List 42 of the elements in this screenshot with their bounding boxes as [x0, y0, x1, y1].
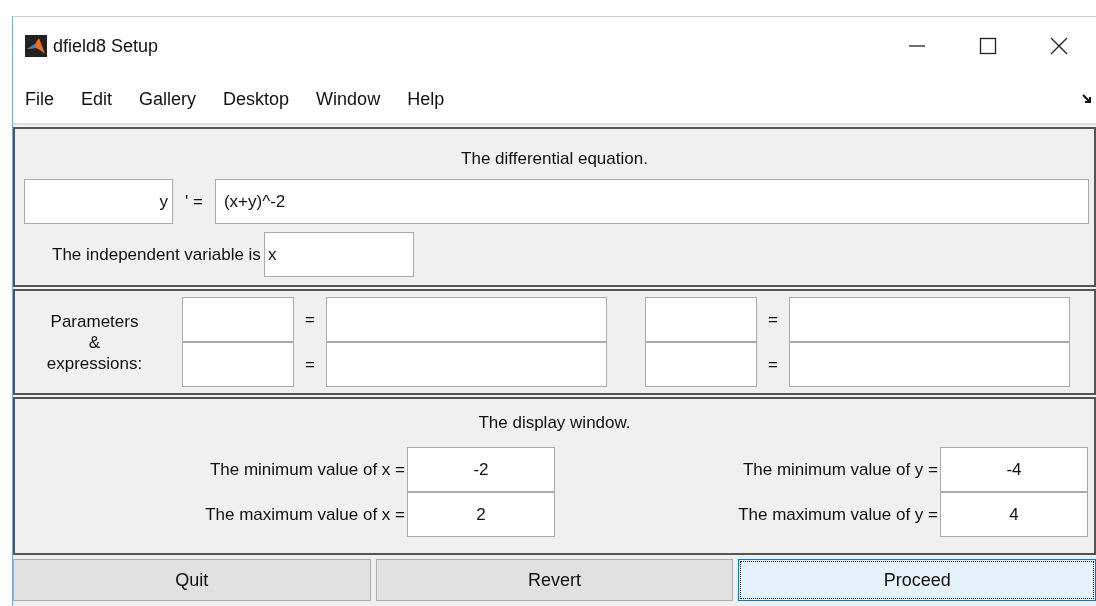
parameter-value-field[interactable]	[789, 342, 1070, 387]
x-range-label: The minimum value of x =	[208, 458, 406, 481]
y-range-label: The minimum value of y =	[741, 458, 939, 481]
action-button[interactable]: Quit	[13, 559, 371, 601]
parameter-name-field[interactable]	[645, 342, 757, 387]
action-button[interactable]: Revert	[375, 559, 734, 601]
parameter-name-field[interactable]	[645, 297, 757, 342]
equals-sign: =	[304, 353, 316, 376]
maximize-icon[interactable]	[979, 37, 997, 55]
equation-field[interactable]: (x+y)^-2	[214, 179, 1089, 224]
x-range-field[interactable]: 2	[407, 492, 555, 537]
panel-title: The display window.	[477, 413, 632, 433]
action-button[interactable]: Proceed	[738, 559, 1096, 601]
menu-item[interactable]: Window	[316, 88, 381, 110]
x-range-label: The maximum value of x =	[204, 503, 406, 526]
menu-item[interactable]: Edit	[81, 88, 113, 110]
dock-arrow-icon[interactable]	[1082, 94, 1092, 104]
prime-equals-label: ' =	[185, 191, 203, 212]
parameter-name-field[interactable]	[182, 342, 294, 387]
dependent-variable-field[interactable]: y	[24, 179, 173, 224]
parameter-value-field[interactable]	[789, 297, 1070, 342]
parameter-value-field[interactable]	[326, 342, 607, 387]
y-range-label: The maximum value of y =	[737, 503, 939, 526]
window-title: dfield8 Setup	[53, 35, 159, 57]
menu-item[interactable]: Desktop	[223, 88, 290, 110]
y-range-field[interactable]: 4	[940, 492, 1088, 537]
equals-sign: =	[767, 308, 779, 331]
menu-item[interactable]: File	[25, 88, 54, 110]
app-logo-icon	[25, 35, 47, 57]
menu-item[interactable]: Gallery	[139, 88, 197, 110]
x-range-field[interactable]: -2	[407, 447, 555, 492]
equals-sign: =	[304, 308, 316, 331]
independent-variable-field[interactable]: x	[263, 232, 414, 277]
close-icon[interactable]	[1050, 37, 1068, 55]
parameter-name-field[interactable]	[182, 297, 294, 342]
panel-title: The differential equation.	[460, 149, 649, 169]
equals-sign: =	[767, 353, 779, 376]
parameters-label: Parameters & expressions:	[45, 310, 144, 374]
independent-variable-label: The independent variable is	[52, 244, 261, 265]
parameter-value-field[interactable]	[326, 297, 607, 342]
menu-item[interactable]: Help	[407, 88, 445, 110]
y-range-field[interactable]: -4	[940, 447, 1088, 492]
